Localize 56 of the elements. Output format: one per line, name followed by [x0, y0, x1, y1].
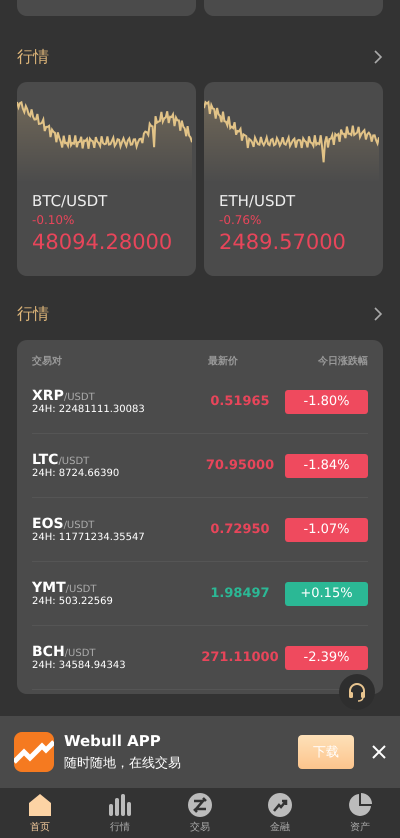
coin-symbol: BCH	[32, 644, 65, 660]
tab-item[interactable]: 金融	[240, 788, 320, 838]
banner-title: Webull APP	[64, 732, 161, 750]
price: 1.98497	[210, 586, 270, 601]
volume-text: 24H: 34584.94343	[32, 660, 127, 671]
bar-chart-icon	[107, 792, 133, 818]
home-icon	[27, 792, 53, 818]
volume-text: 24H: 8724.66390	[32, 468, 120, 479]
tab-item[interactable]: 行情	[80, 788, 160, 838]
change-badge: -1.84%	[285, 454, 368, 478]
price: 271.11000	[201, 650, 279, 665]
volume-text: 24H: 22481111.30083	[32, 404, 146, 415]
tab-item[interactable]: 交易	[160, 788, 240, 838]
pair-name: ETH/USDT	[219, 192, 296, 210]
quote-currency: /USDT	[58, 456, 90, 467]
volume-text: 24H: 503.22569	[32, 596, 114, 607]
tab-item[interactable]: 首页	[0, 788, 80, 838]
coin-symbol: LTC	[32, 452, 58, 468]
change-percent: -0.76%	[219, 213, 262, 227]
growth-icon	[267, 792, 293, 818]
close-icon[interactable]	[372, 745, 386, 759]
section-title: 行情	[17, 304, 49, 324]
price: 0.72950	[210, 522, 270, 537]
column-header: 最新价	[207, 354, 239, 368]
ticker-card[interactable]: BTC/USDT -0.10% 48094.28000	[17, 82, 196, 276]
exchange-icon	[187, 792, 213, 818]
price: 0.51965	[210, 394, 270, 409]
price: 48094.28000	[32, 230, 172, 254]
coin-symbol: EOS	[32, 516, 64, 532]
pair-name: BTC/USDT	[32, 192, 108, 210]
column-header: 今日涨跌幅	[318, 354, 368, 368]
change-badge: -1.80%	[285, 390, 368, 414]
price: 2489.57000	[219, 230, 346, 254]
quote-currency: /USDT	[64, 392, 95, 403]
support-button[interactable]	[339, 674, 375, 710]
pie-chart-icon	[347, 792, 373, 818]
tab-item[interactable]: 资产	[320, 788, 400, 838]
app-logo-icon	[14, 732, 54, 772]
change-badge: -1.07%	[285, 518, 368, 542]
column-header: 交易对	[32, 354, 63, 368]
quote-currency: /USDT	[64, 520, 94, 531]
change-badge: -2.39%	[285, 646, 368, 670]
coin-symbol: YMT	[32, 580, 66, 596]
price: 70.95000	[206, 458, 274, 473]
quote-currency: /USDT	[64, 648, 96, 659]
section-title: 行情	[17, 46, 49, 68]
coin-symbol: XRP	[32, 388, 64, 404]
chevron-right-icon[interactable]	[373, 49, 383, 65]
headset-icon	[347, 682, 367, 702]
ticker-card[interactable]: ETH/USDT -0.76% 2489.57000	[204, 82, 383, 276]
quote-currency: /USDT	[66, 584, 96, 595]
chevron-right-icon[interactable]	[373, 306, 383, 322]
banner-subtitle: 随时随地，在线交易	[64, 755, 181, 772]
volume-text: 24H: 11771234.35547	[32, 532, 146, 543]
change-percent: -0.10%	[32, 213, 74, 227]
change-badge: +0.15%	[285, 582, 368, 606]
